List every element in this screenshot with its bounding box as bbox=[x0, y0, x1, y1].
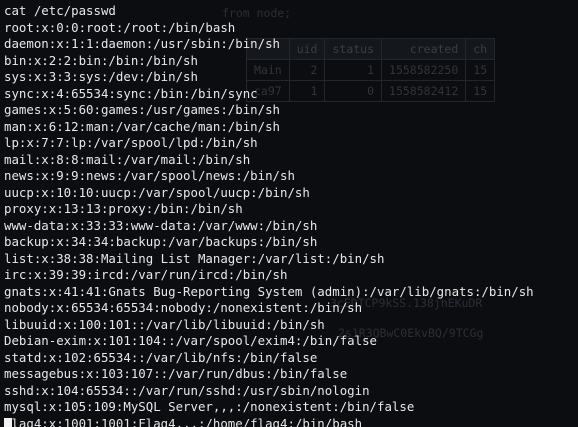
passwd-line: www-data:x:33:33:www-data:/var/www:/bin/… bbox=[4, 217, 318, 233]
passwd-line: messagebus:x:103:107::/var/run/dbus:/bin… bbox=[4, 366, 348, 381]
passwd-line: proxy:x:13:13:proxy:/bin:/bin/sh bbox=[4, 201, 243, 216]
passwd-line: flag4:x:1001:1001:Flag4,,,:/home/flag4:/… bbox=[4, 415, 363, 427]
terminal-output: cat /etc/passwd root:x:0:0:root:/root:/bi… bbox=[4, 3, 534, 427]
passwd-line: list:x:38:38:Mailing List Manager:/var/l… bbox=[4, 250, 385, 266]
passwd-line: irc:x:39:39:ircd:/var/run/ircd:/bin/sh bbox=[4, 267, 288, 282]
passwd-line: games:x:5:60:games:/usr/games:/bin/sh bbox=[4, 102, 281, 117]
passwd-line: sshd:x:104:65534::/var/run/sshd:/usr/sbi… bbox=[4, 382, 370, 398]
passwd-line: daemon:x:1:1:daemon:/usr/sbin:/bin/sh bbox=[4, 36, 281, 51]
command-line: cat /etc/passwd bbox=[4, 3, 116, 18]
passwd-line: news:x:9:9:news:/var/spool/news:/bin/sh bbox=[4, 168, 295, 183]
passwd-line: mail:x:8:8:mail:/var/mail:/bin/sh bbox=[4, 151, 251, 167]
passwd-line: root:x:0:0:root:/root:/bin/bash bbox=[4, 19, 236, 35]
passwd-line: sync:x:4:65534:sync:/bin:/bin/sync bbox=[4, 85, 258, 101]
passwd-line: mysql:x:105:109:MySQL Server,,,:/nonexis… bbox=[4, 399, 415, 414]
terminal-cursor[interactable] bbox=[4, 418, 12, 427]
passwd-line: statd:x:102:65534::/var/lib/nfs:/bin/fal… bbox=[4, 349, 318, 365]
passwd-line: nobody:x:65534:65534:nobody:/nonexistent… bbox=[4, 300, 363, 315]
passwd-line: libuuid:x:100:101::/var/lib/libuuid:/bin… bbox=[4, 316, 325, 332]
passwd-line: gnats:x:41:41:Gnats Bug-Reporting System… bbox=[4, 283, 534, 299]
passwd-line: man:x:6:12:man:/var/cache/man:/bin/sh bbox=[4, 118, 281, 134]
passwd-line: uucp:x:10:10:uucp:/var/spool/uucp:/bin/s… bbox=[4, 184, 310, 200]
terminal-window[interactable]: from node; uid status created ch Main 2 … bbox=[0, 0, 578, 427]
passwd-line: lp:x:7:7:lp:/var/spool/lpd:/bin/sh bbox=[4, 135, 258, 150]
passwd-line: Debian-exim:x:101:104::/var/spool/exim4:… bbox=[4, 333, 377, 348]
passwd-line: bin:x:2:2:bin:/bin:/bin/sh bbox=[4, 52, 198, 68]
passwd-line: backup:x:34:34:backup:/var/backups:/bin/… bbox=[4, 234, 318, 249]
passwd-line: sys:x:3:3:sys:/dev:/bin/sh bbox=[4, 69, 198, 84]
